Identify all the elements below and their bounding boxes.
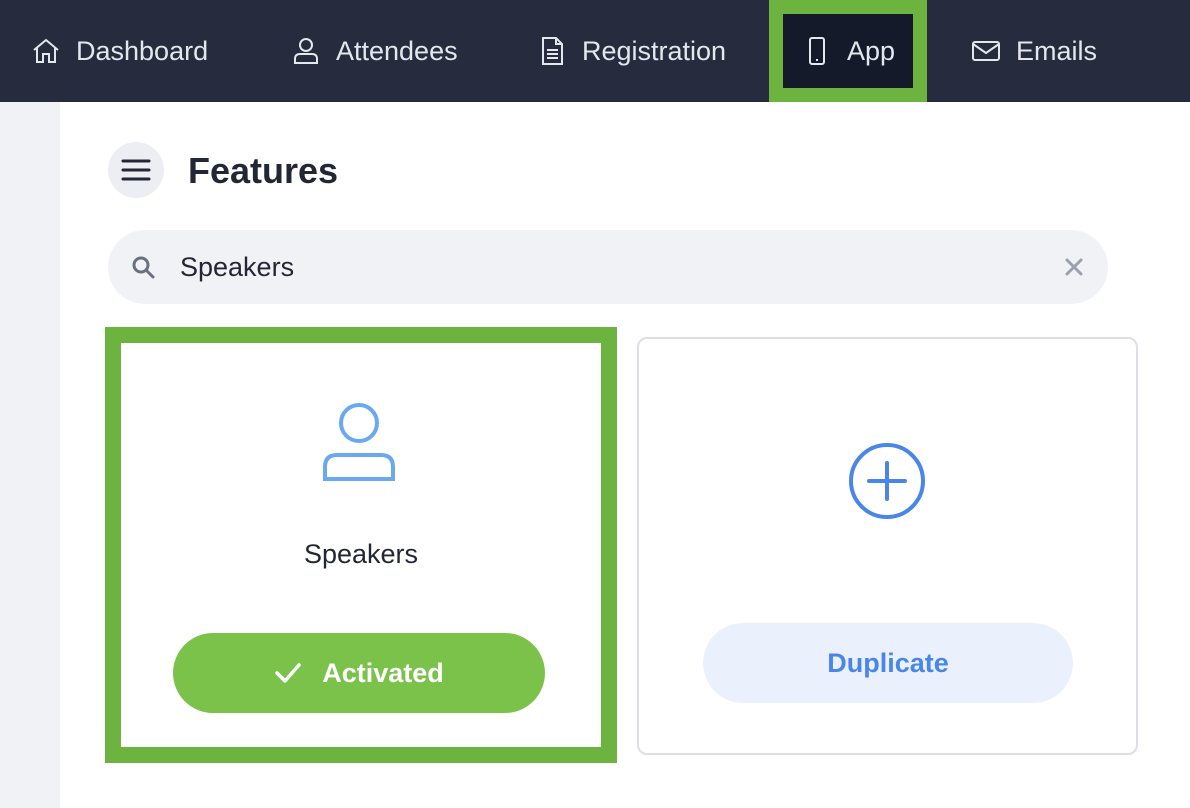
user-icon — [294, 38, 318, 64]
clear-search-icon[interactable] — [1062, 255, 1086, 279]
nav-item-label: Registration — [582, 35, 727, 66]
check-icon — [275, 663, 301, 683]
nav-item-label: Attendees — [336, 35, 458, 66]
search-bar — [108, 230, 1108, 304]
hamburger-icon — [121, 159, 151, 181]
nav-item-app[interactable]: App — [769, 0, 927, 102]
nav-item-label: Emails — [1016, 35, 1098, 66]
activated-button-label: Activated — [322, 657, 444, 688]
menu-button[interactable] — [108, 142, 164, 198]
top-nav: Dashboard Attendees Registration App Ema… — [0, 0, 1190, 102]
sidebar — [0, 102, 60, 808]
main-content: Features Speakers Activated Duplicate — [60, 102, 1190, 808]
nav-item-registration[interactable]: Registration — [536, 0, 726, 102]
plus-circle-icon[interactable] — [847, 441, 927, 521]
duplicate-button-label: Duplicate — [827, 647, 949, 678]
document-icon — [542, 37, 563, 65]
nav-item-label: App — [846, 35, 896, 66]
phone-icon — [808, 37, 825, 65]
page-title: Features — [188, 150, 339, 191]
feature-card-speakers[interactable]: Speakers Activated — [105, 327, 617, 763]
nav-item-attendees[interactable]: Attendees — [290, 0, 458, 102]
feature-card-duplicate[interactable]: Duplicate — [637, 337, 1138, 755]
feature-card-label: Speakers — [303, 539, 419, 569]
search-input[interactable] — [180, 244, 1040, 290]
activated-button[interactable]: Activated — [173, 633, 545, 713]
home-icon — [33, 38, 59, 63]
nav-item-dashboard[interactable]: Dashboard — [30, 0, 208, 102]
user-icon — [323, 403, 395, 481]
nav-item-label: Dashboard — [76, 35, 209, 66]
duplicate-button[interactable]: Duplicate — [703, 623, 1073, 703]
mail-icon — [972, 41, 1000, 61]
search-icon — [132, 256, 155, 279]
nav-item-emails[interactable]: Emails — [970, 0, 1097, 102]
